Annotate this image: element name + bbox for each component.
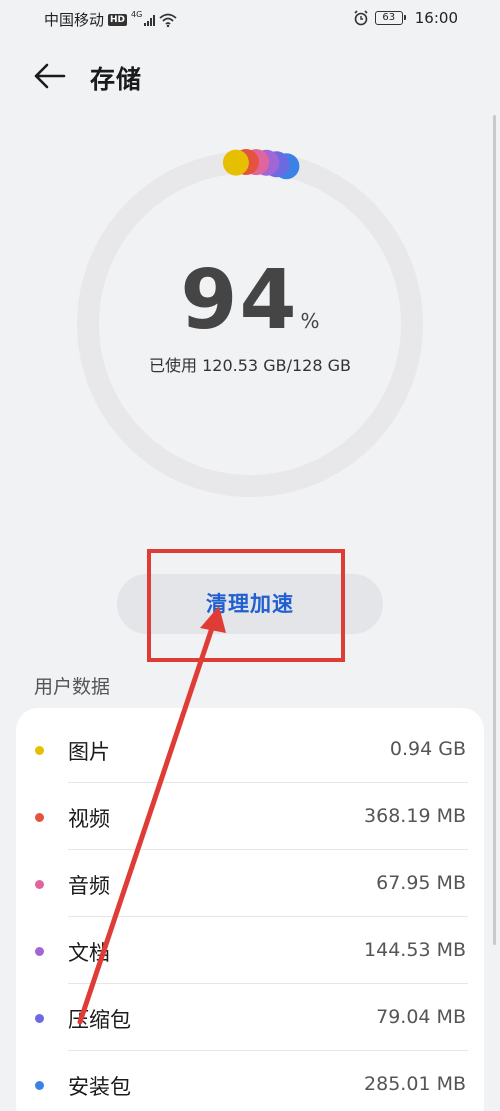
item-label: 图片 bbox=[68, 740, 110, 764]
ring-segment-cap bbox=[222, 149, 249, 176]
item-size: 144.53 MB bbox=[364, 939, 466, 961]
item-size: 0.94 GB bbox=[389, 738, 466, 760]
category-dot bbox=[35, 947, 44, 956]
category-dot bbox=[35, 1081, 44, 1090]
percent-number: 94 bbox=[180, 253, 299, 348]
carrier-text: 中国移动 bbox=[44, 11, 105, 29]
category-dot bbox=[35, 880, 44, 889]
header: 存储 bbox=[0, 50, 500, 106]
list-item-videos[interactable]: 视频 368.19 MB bbox=[16, 783, 484, 850]
status-left: 中国移动 HD 4G bbox=[44, 9, 177, 30]
category-dot bbox=[35, 1014, 44, 1023]
list-item-audio[interactable]: 音频 67.95 MB bbox=[16, 850, 484, 917]
item-label: 音频 bbox=[68, 874, 110, 898]
category-dot bbox=[35, 813, 44, 822]
item-size: 368.19 MB bbox=[364, 805, 466, 827]
status-right: 63 16:00 bbox=[353, 9, 458, 27]
annotation-highlight-box bbox=[147, 549, 345, 662]
hd-badge: HD bbox=[108, 13, 128, 26]
list-item-images[interactable]: 图片 0.94 GB bbox=[16, 716, 484, 783]
ring-progress-cap bbox=[222, 149, 300, 180]
page-title: 存储 bbox=[90, 65, 143, 94]
battery-icon: 63 bbox=[374, 11, 406, 25]
user-data-card: 图片 0.94 GB 视频 368.19 MB 音频 67.95 MB 文档 1… bbox=[16, 708, 484, 1111]
category-dot bbox=[35, 746, 44, 755]
item-label: 文档 bbox=[68, 941, 110, 965]
item-size: 79.04 MB bbox=[376, 1006, 466, 1028]
percent-sign: % bbox=[300, 309, 320, 333]
item-label: 视频 bbox=[68, 807, 110, 831]
scrollbar[interactable] bbox=[493, 115, 496, 945]
list-item-documents[interactable]: 文档 144.53 MB bbox=[16, 917, 484, 984]
network-type: 4G bbox=[131, 10, 143, 19]
status-bar: 中国移动 HD 4G 63 16:00 bbox=[0, 0, 500, 38]
clock-text: 16:00 bbox=[414, 9, 458, 27]
item-label: 压缩包 bbox=[68, 1008, 131, 1032]
back-button[interactable] bbox=[32, 60, 68, 92]
wifi-icon bbox=[159, 13, 177, 27]
item-size: 67.95 MB bbox=[376, 872, 466, 894]
list-item-archives[interactable]: 压缩包 79.04 MB bbox=[16, 984, 484, 1051]
section-label-user-data: 用户数据 bbox=[34, 676, 111, 698]
usage-text: 已使用 120.53 GB/128 GB bbox=[149, 356, 351, 375]
item-label: 安装包 bbox=[68, 1075, 131, 1099]
back-arrow-icon bbox=[34, 63, 66, 89]
alarm-icon bbox=[354, 10, 368, 26]
list-item-packages[interactable]: 安装包 285.01 MB bbox=[16, 1051, 484, 1111]
item-size: 285.01 MB bbox=[364, 1073, 466, 1095]
signal-icon bbox=[144, 14, 156, 26]
percent-display: 94% bbox=[74, 253, 426, 348]
storage-ring: 94% 已使用 120.53 GB/128 GB bbox=[74, 148, 426, 500]
